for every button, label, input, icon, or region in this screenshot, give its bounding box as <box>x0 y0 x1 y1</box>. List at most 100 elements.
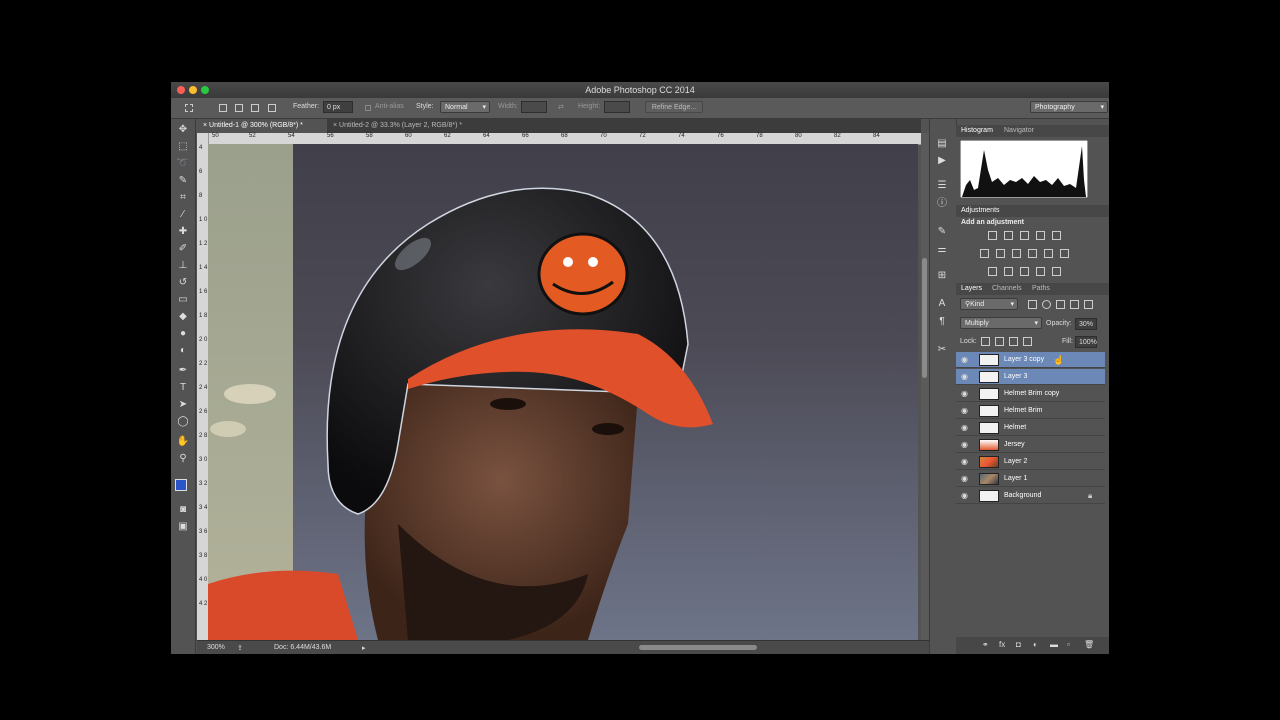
paragraph-panel-icon[interactable]: ¶ <box>935 315 949 329</box>
visibility-eye-icon[interactable]: ◉ <box>961 457 968 466</box>
canvas-vertical-scrollbar[interactable] <box>921 133 929 640</box>
lock-image-icon[interactable] <box>995 337 1004 346</box>
intersect-selection-icon[interactable] <box>268 104 276 112</box>
status-menu-arrow-icon[interactable]: ▸ <box>362 644 366 652</box>
character-panel-icon[interactable]: A <box>935 297 949 311</box>
opacity-input[interactable]: 30% <box>1075 318 1097 330</box>
lock-all-icon[interactable] <box>1023 337 1032 346</box>
invert-icon[interactable] <box>988 267 997 276</box>
levels-icon[interactable] <box>1004 231 1013 240</box>
layer-row[interactable]: ◉ Layer 1 <box>956 471 1105 487</box>
actions-panel-icon[interactable]: ▶ <box>935 154 949 168</box>
new-selection-icon[interactable] <box>219 104 227 112</box>
paint-bucket-tool-icon[interactable]: ◆ <box>176 310 190 324</box>
new-group-icon[interactable]: ▬ <box>1050 640 1058 649</box>
feather-input[interactable]: 0 px <box>323 101 353 113</box>
tab-histogram[interactable]: Histogram <box>961 127 993 134</box>
move-tool-icon[interactable]: ✥ <box>176 123 190 137</box>
brush-presets-icon[interactable]: ✎ <box>935 225 949 239</box>
eraser-tool-icon[interactable]: ▭ <box>176 293 190 307</box>
hand-tool-icon[interactable]: ✋ <box>176 435 190 449</box>
type-tool-icon[interactable]: T <box>176 381 190 395</box>
layer-style-icon[interactable]: fx <box>999 640 1005 649</box>
eyedropper-tool-icon[interactable]: ⁄ <box>176 208 190 222</box>
pen-tool-icon[interactable]: ✒ <box>176 364 190 378</box>
lock-transparent-icon[interactable] <box>981 337 990 346</box>
layer-row[interactable]: ◉ Helmet Brim copy <box>956 386 1105 402</box>
blend-mode-select[interactable]: Multiply <box>960 317 1042 329</box>
path-selection-tool-icon[interactable]: ➤ <box>176 398 190 412</box>
layer-row[interactable]: ◉ Layer 2 <box>956 454 1105 470</box>
filter-adjustment-icon[interactable] <box>1042 300 1051 309</box>
black-white-icon[interactable] <box>1012 249 1021 258</box>
quick-mask-icon[interactable]: ◙ <box>176 503 190 517</box>
add-to-selection-icon[interactable] <box>235 104 243 112</box>
add-mask-icon[interactable]: ◘ <box>1016 640 1021 649</box>
style-select[interactable]: Normal <box>440 101 490 113</box>
layer-row[interactable]: ◉ Helmet <box>956 420 1105 436</box>
layer-row[interactable]: ◉ Background 🔒︎ <box>956 488 1105 504</box>
tab-navigator[interactable]: Navigator <box>1004 127 1034 134</box>
anti-alias-checkbox[interactable] <box>365 105 371 111</box>
quick-selection-tool-icon[interactable]: ✎ <box>176 174 190 188</box>
selective-color-icon[interactable] <box>1052 267 1061 276</box>
filter-shape-icon[interactable] <box>1070 300 1079 309</box>
workspace-select[interactable]: Photography <box>1030 101 1108 113</box>
tool-presets-icon[interactable]: ✂ <box>935 343 949 357</box>
threshold-icon[interactable] <box>1020 267 1029 276</box>
marquee-tool-preset-icon[interactable] <box>185 104 193 112</box>
clone-source-icon[interactable]: ⊞ <box>935 269 949 283</box>
info-panel-icon[interactable]: ⓘ <box>935 197 949 211</box>
color-balance-icon[interactable] <box>996 249 1005 258</box>
filter-smart-object-icon[interactable] <box>1084 300 1093 309</box>
color-lookup-icon[interactable] <box>1060 249 1069 258</box>
zoom-level[interactable]: 300% <box>207 644 225 651</box>
hue-saturation-icon[interactable] <box>980 249 989 258</box>
lasso-tool-icon[interactable]: ➰ <box>176 157 190 171</box>
clone-stamp-tool-icon[interactable]: ⊥ <box>176 259 190 273</box>
screen-mode-icon[interactable]: ▣ <box>176 520 190 534</box>
visibility-eye-icon[interactable]: ◉ <box>961 372 968 381</box>
visibility-eye-icon[interactable]: ◉ <box>961 423 968 432</box>
height-input[interactable] <box>604 101 630 113</box>
filter-pixel-icon[interactable] <box>1028 300 1037 309</box>
tab-channels[interactable]: Channels <box>992 285 1022 292</box>
subtract-from-selection-icon[interactable] <box>251 104 259 112</box>
filter-type-icon[interactable] <box>1056 300 1065 309</box>
swap-dimensions-icon[interactable]: ⇄ <box>558 103 564 111</box>
history-panel-icon[interactable]: ▤ <box>935 137 949 151</box>
channel-mixer-icon[interactable] <box>1044 249 1053 258</box>
brightness-contrast-icon[interactable] <box>988 231 997 240</box>
layer-row[interactable]: ◉ Helmet Brim <box>956 403 1105 419</box>
zoom-tool-icon[interactable]: ⚲ <box>176 452 190 466</box>
horizontal-scroll-thumb[interactable] <box>639 645 757 650</box>
layer-row[interactable]: ◉ Jersey <box>956 437 1105 453</box>
vibrance-icon[interactable] <box>1052 231 1061 240</box>
visibility-eye-icon[interactable]: ◉ <box>961 389 968 398</box>
history-brush-tool-icon[interactable]: ↺ <box>176 276 190 290</box>
tab-adjustments[interactable]: Adjustments <box>961 207 1000 214</box>
new-adjustment-layer-icon[interactable]: ◐ <box>1033 640 1038 649</box>
dodge-tool-icon[interactable]: ◐ <box>176 344 190 358</box>
link-layers-icon[interactable]: ⚭ <box>982 640 989 649</box>
delete-layer-icon[interactable]: 🗑︎ <box>1084 640 1094 649</box>
brush-panel-icon[interactable]: ⚌ <box>935 243 949 257</box>
layer-row[interactable]: ◉ Layer 3 copy ☝ <box>956 352 1105 368</box>
curves-icon[interactable] <box>1020 231 1029 240</box>
share-icon[interactable]: ⇪ <box>237 644 243 652</box>
visibility-eye-icon[interactable]: ◉ <box>961 491 968 500</box>
visibility-eye-icon[interactable]: ◉ <box>961 355 968 364</box>
tab-untitled-1[interactable]: × Untitled-1 @ 300% (RGB/8*) * <box>197 119 327 133</box>
exposure-icon[interactable] <box>1036 231 1045 240</box>
visibility-eye-icon[interactable]: ◉ <box>961 406 968 415</box>
new-layer-icon[interactable]: ▫ <box>1067 640 1070 649</box>
posterize-icon[interactable] <box>1004 267 1013 276</box>
refine-edge-button[interactable]: Refine Edge... <box>645 101 703 113</box>
crop-tool-icon[interactable]: ⌗ <box>176 191 190 205</box>
tab-untitled-2[interactable]: × Untitled-2 @ 33.3% (Layer 2, RGB/8*) * <box>327 119 497 133</box>
brush-tool-icon[interactable]: ✐ <box>176 242 190 256</box>
scroll-thumb[interactable] <box>922 258 927 378</box>
tab-paths[interactable]: Paths <box>1032 285 1050 292</box>
properties-panel-icon[interactable]: ☰ <box>935 179 949 193</box>
layer-row[interactable]: ◉ Layer 3 <box>956 369 1105 385</box>
